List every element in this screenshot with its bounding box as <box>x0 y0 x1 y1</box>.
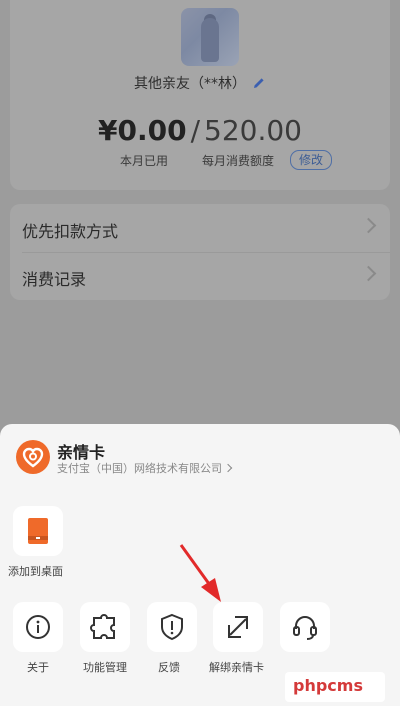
feedback-button[interactable] <box>147 602 197 652</box>
unbind-family-card-button[interactable] <box>213 602 263 652</box>
used-label: 本月已用 <box>120 154 169 168</box>
menu-item-spending-records[interactable]: 消费记录 <box>10 252 390 300</box>
feature-management-label: 功能管理 <box>83 661 127 674</box>
avatar <box>181 8 239 66</box>
amount-slash: / <box>190 114 201 147</box>
menu-item-payment-priority[interactable]: 优先扣款方式 <box>10 204 390 252</box>
watermark-text: phpcms <box>293 676 363 695</box>
friend-name: 其他亲友（**林） <box>134 76 246 92</box>
desktop-card-icon <box>28 518 48 544</box>
chevron-right-icon <box>360 217 377 234</box>
headset-icon <box>293 616 317 640</box>
feedback-label: 反馈 <box>158 661 180 674</box>
about-label: 关于 <box>27 661 49 674</box>
menu-card: 优先扣款方式 消费记录 <box>10 204 390 300</box>
chevron-right-icon <box>360 265 377 282</box>
info-icon <box>26 615 50 639</box>
pencil-icon[interactable] <box>252 76 266 90</box>
used-amount: ¥0.00 <box>98 114 187 147</box>
limit-label: 每月消费额度 <box>202 154 275 168</box>
family-card-logo-icon <box>16 440 50 474</box>
modify-button[interactable]: 修改 <box>290 150 332 170</box>
feature-management-button[interactable] <box>80 602 130 652</box>
amount-row: ¥0.00 / 520.00 <box>0 114 400 150</box>
about-button[interactable] <box>13 602 63 652</box>
amount-labels: 本月已用 每月消费额度 修改 <box>0 150 400 170</box>
puzzle-icon <box>90 614 115 639</box>
app-company-link[interactable]: 支付宝（中国）网络技术有限公司 <box>57 460 233 476</box>
add-to-desktop-button[interactable] <box>13 506 63 556</box>
customer-service-button[interactable] <box>280 602 330 652</box>
add-to-desktop-label: 添加到桌面 <box>8 565 63 578</box>
action-sheet: 亲情卡 支付宝（中国）网络技术有限公司 添加到桌面 关于 功能管理 反馈 解绑亲… <box>0 424 400 706</box>
app-company-name: 支付宝（中国）网络技术有限公司 <box>57 462 222 475</box>
unbind-family-card-label: 解绑亲情卡 <box>209 661 264 674</box>
menu-item-label: 消费记录 <box>22 270 87 289</box>
friend-row: 其他亲友（**林） <box>0 72 400 94</box>
chevron-right-icon <box>223 463 233 473</box>
shield-alert-icon <box>161 613 183 641</box>
unlink-icon <box>228 616 248 638</box>
limit-amount: 520.00 <box>204 114 302 147</box>
menu-item-label: 优先扣款方式 <box>22 222 119 241</box>
